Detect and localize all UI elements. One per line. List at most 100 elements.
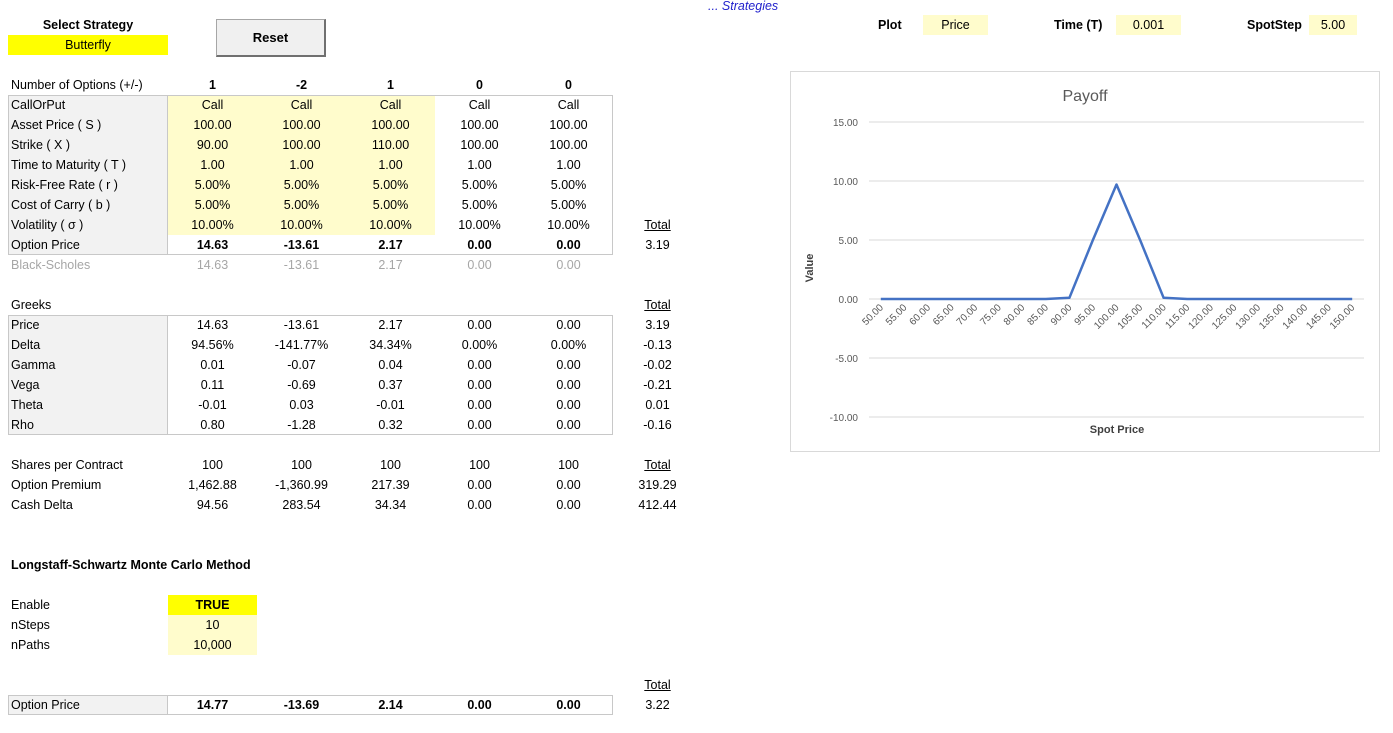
x-tick-label: 85.00 (1025, 302, 1051, 328)
option-strike-4[interactable]: 100.00 (435, 135, 524, 155)
spotstep-label: SpotStep (1247, 18, 1302, 32)
mc-total-value: 3.22 (645, 698, 670, 712)
option-time-1[interactable]: 1.00 (168, 155, 257, 175)
contract-label-shares: Shares per Contract (11, 458, 123, 472)
contract-shares-3: 100 (380, 458, 401, 472)
option-time-3[interactable]: 1.00 (346, 155, 435, 175)
contract-cash-delta-2: 283.54 (282, 498, 321, 512)
mc-price-3: 2.14 (378, 698, 403, 712)
option-callput-1[interactable]: Call (168, 95, 257, 115)
option-callput-5[interactable]: Call (524, 95, 613, 115)
greeks-total-header: Total (644, 298, 671, 312)
greek-gamma-4: 0.00 (467, 358, 492, 372)
option-callput-4[interactable]: Call (435, 95, 524, 115)
option-price-4: 0.00 (467, 238, 492, 252)
option-asset-3[interactable]: 100.00 (346, 115, 435, 135)
row-label-option-price: Option Price (11, 238, 80, 252)
spotstep-value[interactable]: 5.00 (1309, 15, 1357, 35)
x-tick-label: 80.00 (1002, 302, 1028, 328)
x-tick-label: 75.00 (978, 302, 1004, 328)
option-bs-2: -13.61 (283, 258, 320, 272)
time-value[interactable]: 0.001 (1116, 15, 1181, 35)
option-time-4[interactable]: 1.00 (435, 155, 524, 175)
option-time-2[interactable]: 1.00 (257, 155, 346, 175)
x-tick-label: 90.00 (1049, 302, 1075, 328)
chart-title: Payoff (1062, 88, 1108, 105)
mc-npaths-value[interactable]: 10,000 (168, 635, 257, 655)
reset-button[interactable]: Reset (216, 19, 326, 57)
option-callput-2[interactable]: Call (257, 95, 346, 115)
x-tick-label: 60.00 (908, 302, 934, 328)
greek-label-price: Price (11, 318, 40, 332)
option-rate-3[interactable]: 5.00% (346, 175, 435, 195)
option-vol-5[interactable]: 10.00% (524, 215, 613, 235)
greek-price-total: 3.19 (645, 318, 670, 332)
option-rate-1[interactable]: 5.00% (168, 175, 257, 195)
mc-enable-label: Enable (11, 598, 50, 612)
x-tick-label: 50.00 (860, 302, 886, 328)
option-carry-3[interactable]: 5.00% (346, 195, 435, 215)
option-time-5[interactable]: 1.00 (524, 155, 613, 175)
greek-label-theta: Theta (11, 398, 43, 412)
option-carry-2[interactable]: 5.00% (257, 195, 346, 215)
x-tick-label: 65.00 (931, 302, 957, 328)
option-carry-1[interactable]: 5.00% (168, 195, 257, 215)
option-carry-5[interactable]: 5.00% (524, 195, 613, 215)
greek-theta-4: 0.00 (467, 398, 492, 412)
x-tick-label: 135.00 (1257, 302, 1287, 332)
option-strike-1[interactable]: 90.00 (168, 135, 257, 155)
option-asset-1[interactable]: 100.00 (168, 115, 257, 135)
option-number-3: 1 (387, 78, 394, 92)
option-strike-3[interactable]: 110.00 (346, 135, 435, 155)
option-asset-2[interactable]: 100.00 (257, 115, 346, 135)
strategy-dropdown[interactable]: Butterfly (8, 35, 168, 55)
greek-gamma-1: 0.01 (200, 358, 225, 372)
option-vol-2[interactable]: 10.00% (257, 215, 346, 235)
option-vol-4[interactable]: 10.00% (435, 215, 524, 235)
contract-cash-delta-total: 412.44 (638, 498, 677, 512)
payoff-chart[interactable]: Payoff Value Spot Price 15.00 10.00 5.00 0.… (790, 71, 1380, 452)
y-tick-label: 10.00 (833, 177, 858, 188)
option-rate-5[interactable]: 5.00% (524, 175, 613, 195)
option-asset-4[interactable]: 100.00 (435, 115, 524, 135)
y-tick-label: -5.00 (835, 354, 858, 365)
contract-premium-total: 319.29 (638, 478, 677, 492)
option-vol-3[interactable]: 10.00% (346, 215, 435, 235)
option-strike-5[interactable]: 100.00 (524, 135, 613, 155)
option-vol-1[interactable]: 10.00% (168, 215, 257, 235)
contract-shares-2: 100 (291, 458, 312, 472)
option-strike-2[interactable]: 100.00 (257, 135, 346, 155)
mc-price-2: -13.69 (283, 698, 320, 712)
payoff-chart-svg: Payoff Value Spot Price 15.00 10.00 5.00 0.… (804, 88, 1364, 436)
contract-premium-2: -1,360.99 (275, 478, 328, 492)
greek-rho-total: -0.16 (643, 418, 672, 432)
option-callput-3[interactable]: Call (346, 95, 435, 115)
row-label-time-to-maturity: Time to Maturity ( T ) (11, 158, 127, 172)
mc-nsteps-label: nSteps (11, 618, 50, 632)
option-asset-5[interactable]: 100.00 (524, 115, 613, 135)
greek-vega-3: 0.37 (378, 378, 403, 392)
contract-cash-delta-4: 0.00 (467, 498, 492, 512)
mc-nsteps-value[interactable]: 10 (168, 615, 257, 635)
row-label-cost-of-carry: Cost of Carry ( b ) (11, 198, 111, 212)
greek-rho-5: 0.00 (556, 418, 581, 432)
options-total-header: Total (644, 218, 671, 232)
greek-label-delta: Delta (11, 338, 41, 352)
greek-delta-3: 34.34% (369, 338, 412, 352)
mc-title: Longstaff-Schwartz Monte Carlo Method (11, 558, 251, 572)
greek-gamma-3: 0.04 (378, 358, 403, 372)
contract-shares-1: 100 (202, 458, 223, 472)
option-price-2: -13.61 (283, 238, 320, 252)
option-carry-4[interactable]: 5.00% (435, 195, 524, 215)
mc-price-4: 0.00 (467, 698, 492, 712)
contract-shares-4: 100 (469, 458, 490, 472)
mc-enable-value[interactable]: TRUE (168, 595, 257, 615)
y-tick-label: 5.00 (839, 236, 859, 247)
option-rate-4[interactable]: 5.00% (435, 175, 524, 195)
plot-value[interactable]: Price (923, 15, 988, 35)
option-rate-2[interactable]: 5.00% (257, 175, 346, 195)
strategies-link[interactable]: ... Strategies (708, 0, 778, 14)
greek-delta-2: -141.77% (274, 338, 329, 352)
greek-price-4: 0.00 (467, 318, 492, 332)
greek-gamma-5: 0.00 (556, 358, 581, 372)
